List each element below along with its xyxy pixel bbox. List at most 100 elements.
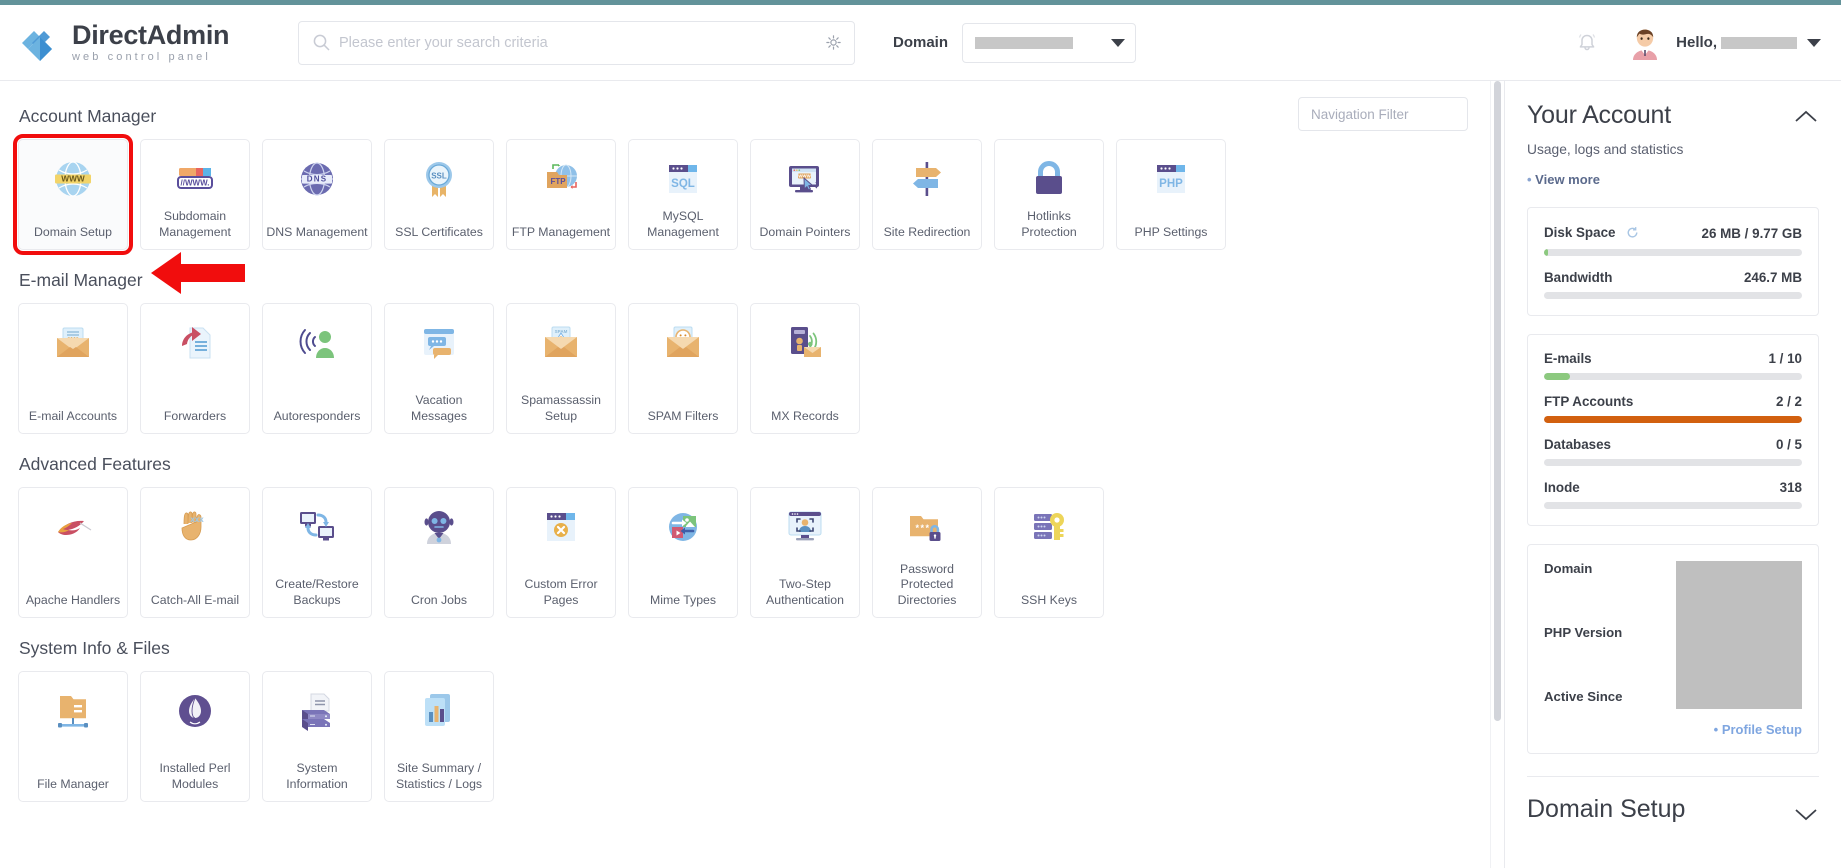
- tile-mime-types[interactable]: Mime Types: [628, 487, 738, 618]
- usage-panel-primary: Disk Space 26 MB / 9.77 GB Bandwidth 246…: [1527, 207, 1819, 316]
- folder-network-icon: [50, 688, 96, 734]
- tile-site-redirection[interactable]: Site Redirection: [872, 139, 982, 250]
- bell-icon[interactable]: [1572, 28, 1602, 58]
- tile-label: MySQL Management: [647, 209, 719, 239]
- tile-password-protected-directories[interactable]: *** Password Protected Directories: [872, 487, 982, 618]
- tile-installed-perl-modules[interactable]: Installed Perl Modules: [140, 671, 250, 802]
- tile-ssl-certificates[interactable]: SSL SSL Certificates: [384, 139, 494, 250]
- main-scrollbar[interactable]: [1490, 81, 1504, 868]
- tile-spamassassin-setup[interactable]: SPAM ! Spamassassin Setup: [506, 303, 616, 434]
- tile-label: File Manager: [37, 776, 109, 791]
- tile-label: FTP Management: [511, 224, 611, 239]
- tile-two-step-authentication[interactable]: Two-Step Authentication: [750, 487, 860, 618]
- chevron-up-icon[interactable]: [1793, 109, 1819, 125]
- user-menu-chevron-down-icon[interactable]: [1807, 38, 1821, 47]
- tile-apache-handlers[interactable]: Apache Handlers: [18, 487, 128, 618]
- page-title: Your Account: [1527, 101, 1672, 129]
- svg-text:***: ***: [915, 523, 930, 533]
- stat-label: Inode: [1544, 480, 1580, 495]
- progress-bar: [1544, 292, 1802, 299]
- stat-inode: Inode 318: [1544, 480, 1802, 509]
- tile-file-manager[interactable]: File Manager: [18, 671, 128, 802]
- stat-value: 0 / 5: [1775, 437, 1802, 452]
- navigation-filter-input[interactable]: [1298, 97, 1468, 131]
- stat-label: Bandwidth: [1544, 270, 1613, 285]
- domain-info-values-redacted: [1676, 561, 1802, 709]
- domain-info-panel: Domain PHP Version Active Since Profile …: [1527, 544, 1819, 754]
- username-redacted: [1721, 36, 1797, 49]
- tile-forwarders[interactable]: Forwarders: [140, 303, 250, 434]
- tile-system-information[interactable]: System Information: [262, 671, 372, 802]
- tile-label: Subdomain Management: [159, 209, 231, 239]
- user-avatar[interactable]: [1628, 26, 1662, 60]
- tile-ftp-management[interactable]: FTP FTP Management: [506, 139, 616, 250]
- tile-label: Create/Restore Backups: [275, 577, 359, 607]
- signpost-icon: [904, 156, 950, 202]
- domain-info-label-php-version: PHP Version: [1544, 625, 1623, 640]
- search-input[interactable]: [339, 34, 825, 51]
- tile-label: Catch-All E-mail: [150, 592, 240, 607]
- section-system-info-files: System Info & Files File Manager Install…: [18, 618, 1490, 802]
- gear-icon[interactable]: [825, 34, 842, 51]
- domain-select[interactable]: [962, 22, 1137, 63]
- tile-hotlinks-protection[interactable]: Hotlinks Protection: [994, 139, 1104, 250]
- profile-setup-link[interactable]: Profile Setup: [1544, 722, 1802, 737]
- domain-switcher[interactable]: Domain: [893, 22, 1137, 63]
- svg-text:SSL: SSL: [431, 172, 447, 181]
- tile-label: SPAM Filters: [647, 408, 719, 423]
- chevron-down-icon[interactable]: [1793, 806, 1819, 822]
- tile-catch-all-email[interactable]: xxx Catch-All E-mail: [140, 487, 250, 618]
- monitor-face-scan-icon: [782, 504, 828, 550]
- tile-cron-jobs[interactable]: Cron Jobs: [384, 487, 494, 618]
- tile-label: SSH Keys: [1020, 592, 1078, 607]
- tile-mx-records[interactable]: MX Records: [750, 303, 860, 434]
- tile-site-summary-statistics-logs[interactable]: Site Summary / Statistics / Logs: [384, 671, 494, 802]
- scrollbar-thumb[interactable]: [1494, 81, 1501, 721]
- folder-lock-icon: ***: [904, 504, 950, 550]
- tile-dns-management[interactable]: DNS DNS Management: [262, 139, 372, 250]
- page-body: Account Manager WWW D: [0, 81, 1841, 868]
- tile-php-settings[interactable]: PHP PHP Settings: [1116, 139, 1226, 250]
- progress-bar: [1544, 502, 1802, 509]
- server-key-icon: [1026, 504, 1072, 550]
- forward-arrow-doc-icon: [172, 320, 218, 366]
- stat-header: E-mails 1 / 10: [1544, 351, 1802, 366]
- tile-domain-setup[interactable]: WWW Domain Setup: [13, 134, 133, 255]
- tile-subdomain-management[interactable]: //WWW. Subdomain Management: [140, 139, 250, 250]
- stat-emails: E-mails 1 / 10: [1544, 351, 1802, 380]
- tile-custom-error-pages[interactable]: Custom Error Pages: [506, 487, 616, 618]
- domain-value-redacted: [975, 36, 1074, 49]
- svg-text://WWW.: //WWW.: [181, 179, 210, 188]
- usage-panel-secondary: E-mails 1 / 10 FTP Accounts 2 / 2 Databa…: [1527, 334, 1819, 526]
- tile-label: Apache Handlers: [25, 592, 121, 607]
- tile-label: DNS Management: [266, 224, 368, 239]
- tile-label: E-mail Accounts: [28, 408, 118, 423]
- tile-row-account-manager: WWW Domain Setup //WWW. Subdomain Manage…: [13, 134, 1490, 255]
- dns-globe-icon: DNS: [294, 156, 340, 202]
- tile-spam-filters[interactable]: SPAM Filters: [628, 303, 738, 434]
- stat-databases: Databases 0 / 5: [1544, 437, 1802, 466]
- tile-label: Cron Jobs: [410, 592, 468, 607]
- refresh-icon[interactable]: [1626, 226, 1639, 239]
- tile-email-accounts[interactable]: **** E-mail Accounts: [18, 303, 128, 434]
- your-account-subtitle: Usage, logs and statistics: [1527, 142, 1684, 157]
- tile-label: Site Redirection: [883, 224, 971, 239]
- tile-autoresponders[interactable]: Autoresponders: [262, 303, 372, 434]
- smiley-envelope-icon: [660, 320, 706, 366]
- tile-create-restore-backups[interactable]: Create/Restore Backups: [262, 487, 372, 618]
- tile-ssh-keys[interactable]: SSH Keys: [994, 487, 1104, 618]
- view-more-link[interactable]: View more: [1527, 172, 1600, 187]
- domain-setup-section-header[interactable]: Domain Setup: [1527, 777, 1819, 824]
- your-account-header: Your Account: [1527, 101, 1819, 130]
- tile-mysql-management[interactable]: SQL MySQL Management: [628, 139, 738, 250]
- progress-bar: [1544, 459, 1802, 466]
- globe-www-icon: WWW: [50, 156, 96, 202]
- tile-vacation-messages[interactable]: Vacation Messages: [384, 303, 494, 434]
- global-search[interactable]: [298, 20, 855, 65]
- robot-icon: [416, 504, 462, 550]
- tile-domain-pointers[interactable]: WWW Domain Pointers: [750, 139, 860, 250]
- tile-label: Mime Types: [649, 592, 717, 607]
- stat-label: FTP Accounts: [1544, 394, 1634, 409]
- brand-logo[interactable]: DirectAdmin web control panel: [0, 21, 280, 65]
- tile-label: Vacation Messages: [410, 393, 468, 423]
